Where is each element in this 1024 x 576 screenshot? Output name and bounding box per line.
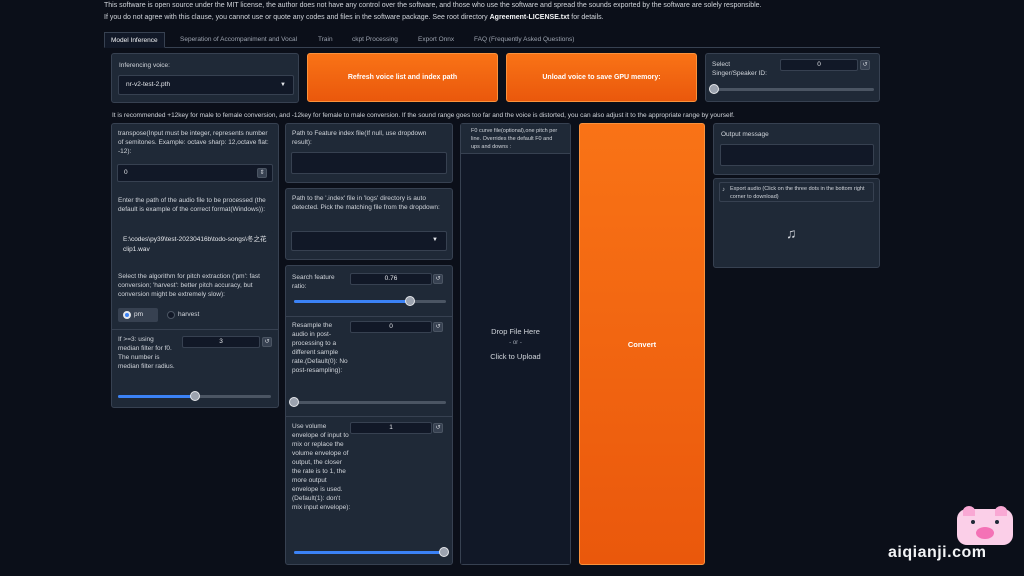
speaker-id-input[interactable]: 0 [780, 59, 858, 71]
speaker-slider-thumb[interactable] [709, 84, 719, 94]
radio-selected-icon [123, 311, 131, 319]
radio-pm-label: pm [134, 311, 144, 318]
radio-harvest-label: harvest [178, 311, 200, 318]
pig-eye-left [971, 520, 975, 524]
pig-ear-left [963, 506, 975, 516]
pig-eye-right [995, 520, 999, 524]
speaker-label-1: Select [712, 61, 731, 68]
tab-faq[interactable]: FAQ (Frequently Asked Questions) [468, 32, 580, 48]
notice-text-end: for details. [569, 14, 604, 21]
spin-icon[interactable]: ⇕ [257, 168, 267, 178]
reset-icon[interactable]: ↺ [433, 423, 443, 433]
pig-ear-right [995, 506, 1007, 516]
divider [286, 316, 452, 317]
search-ratio-fill [294, 300, 410, 303]
music-note-icon: ♫ [786, 225, 797, 241]
pig-snout [976, 527, 994, 539]
median-label: If >=3: using median filter for f0. The … [118, 336, 175, 370]
radio-pm[interactable]: pm [118, 308, 158, 322]
export-audio-label: ♪ Export audio (Click on the three dots … [719, 182, 874, 202]
refresh-button[interactable]: Refresh voice list and index path [307, 53, 498, 102]
unload-button[interactable]: Unload voice to save GPU memory: [506, 53, 697, 102]
voice-label: Inferencing voice: [119, 62, 170, 69]
median-input[interactable]: 3 [182, 336, 260, 348]
hint-text: It is recommended +12key for male to fem… [112, 112, 735, 119]
music-icon: ♪ [722, 187, 725, 193]
search-ratio-input[interactable]: 0.76 [350, 273, 432, 285]
reset-icon[interactable]: ↺ [262, 337, 272, 347]
left-column-panel: transpose(Input must be integer, represe… [111, 123, 279, 408]
resample-label: Resample the audio in post-processing to… [292, 322, 348, 374]
output-label: Output message [721, 131, 769, 138]
index-dropdown[interactable]: ▼ [291, 231, 447, 251]
median-slider[interactable] [118, 391, 271, 401]
license-notice-1: This software is open source under the M… [104, 2, 762, 9]
reset-icon[interactable]: ↺ [433, 322, 443, 332]
index-dropdown-panel: Path to the '.index' file in 'logs' dire… [285, 188, 453, 260]
pig-logo-icon [957, 506, 1013, 545]
reset-icon[interactable]: ↺ [433, 274, 443, 284]
feature-index-input[interactable] [291, 152, 447, 174]
tab-separation[interactable]: Seperation of Accompaniment and Vocal [174, 32, 303, 48]
resample-input[interactable]: 0 [350, 321, 432, 333]
median-slider-thumb[interactable] [189, 391, 200, 401]
volume-input[interactable]: 1 [350, 422, 432, 434]
reset-icon[interactable]: ↺ [860, 60, 870, 70]
license-notice-2: If you do not agree with this clause, yo… [104, 14, 604, 21]
search-ratio-label: Search feature ratio: [292, 274, 335, 290]
pitch-label: Select the algorithm for pitch extractio… [118, 273, 260, 298]
tab-ckpt-processing[interactable]: ckpt Processing [346, 32, 404, 48]
radio-harvest[interactable]: harvest [162, 308, 214, 322]
click-upload-text: Click to Upload [490, 352, 541, 361]
tab-train[interactable]: Train [312, 32, 339, 48]
voice-dropdown[interactable]: nr-v2-test-2.pth ▼ [118, 75, 294, 95]
notice-text: If you do not agree with this clause, yo… [104, 14, 490, 21]
chevron-down-icon: ▼ [280, 82, 286, 88]
tab-bar: Model Inference Seperation of Accompanim… [104, 32, 880, 48]
resample-thumb[interactable] [289, 397, 299, 407]
transpose-input[interactable]: 0 [117, 164, 273, 182]
export-audio-panel: ♪ Export audio (Click on the three dots … [713, 178, 880, 268]
search-ratio-thumb[interactable] [404, 296, 415, 306]
audio-path-label: Enter the path of the audio file to be p… [118, 197, 266, 213]
output-panel: Output message [713, 123, 880, 175]
params-panel: Search feature ratio: 0.76 ↺ Resample th… [285, 265, 453, 565]
drop-text: Drop File Here [491, 327, 540, 336]
volume-slider[interactable] [294, 547, 449, 557]
resample-slider[interactable] [289, 397, 446, 407]
voice-panel: Inferencing voice: nr-v2-test-2.pth ▼ [111, 53, 299, 103]
search-ratio-slider[interactable] [294, 296, 446, 306]
chevron-down-icon: ▼ [432, 237, 438, 243]
tab-export-onnx[interactable]: Export Onnx [412, 32, 460, 48]
feature-index-panel: Path to Feature index file(If null, use … [285, 123, 453, 183]
radio-unselected-icon [167, 311, 175, 319]
speaker-label-2: Singer/Speaker ID: [712, 70, 767, 77]
voice-value: nr-v2-test-2.pth [126, 81, 171, 88]
volume-thumb[interactable] [439, 547, 449, 557]
feature-index-label: Path to Feature index file(If null, use … [292, 130, 427, 146]
volume-fill [294, 551, 444, 554]
audio-path-input[interactable]: E:\codes\py39\test-20230416b\todo-songs\… [117, 231, 273, 261]
speaker-slider[interactable] [709, 84, 874, 94]
output-textbox[interactable] [720, 144, 874, 166]
convert-button[interactable]: Convert [579, 123, 705, 565]
audio-path-value: E:\codes\py39\test-20230416b\todo-songs\… [123, 236, 267, 253]
divider [112, 329, 278, 330]
f0-file-panel: F0 curve file(optional),one pitch per li… [460, 123, 571, 565]
license-file-name: Agreement-LICENSE.txt [489, 14, 570, 21]
export-audio-text: Export audio (Click on the three dots in… [730, 186, 865, 200]
transpose-value: 0 [124, 169, 128, 176]
index-dropdown-label: Path to the '.index' file in 'logs' dire… [292, 195, 440, 211]
or-text: - or - [509, 340, 522, 346]
watermark-text: aiqianji.com [888, 544, 987, 561]
tab-model-inference[interactable]: Model Inference [104, 32, 165, 48]
speaker-panel: Select Singer/Speaker ID: 0 ↺ [705, 53, 880, 102]
f0-file-label: F0 curve file(optional),one pitch per li… [461, 124, 570, 154]
volume-label: Use volume envelope of input to mix or r… [292, 423, 351, 511]
median-slider-fill [118, 395, 195, 398]
file-drop-zone[interactable]: Drop File Here - or - Click to Upload [461, 154, 570, 564]
transpose-label: transpose(Input must be integer, represe… [118, 130, 269, 155]
divider [286, 416, 452, 417]
